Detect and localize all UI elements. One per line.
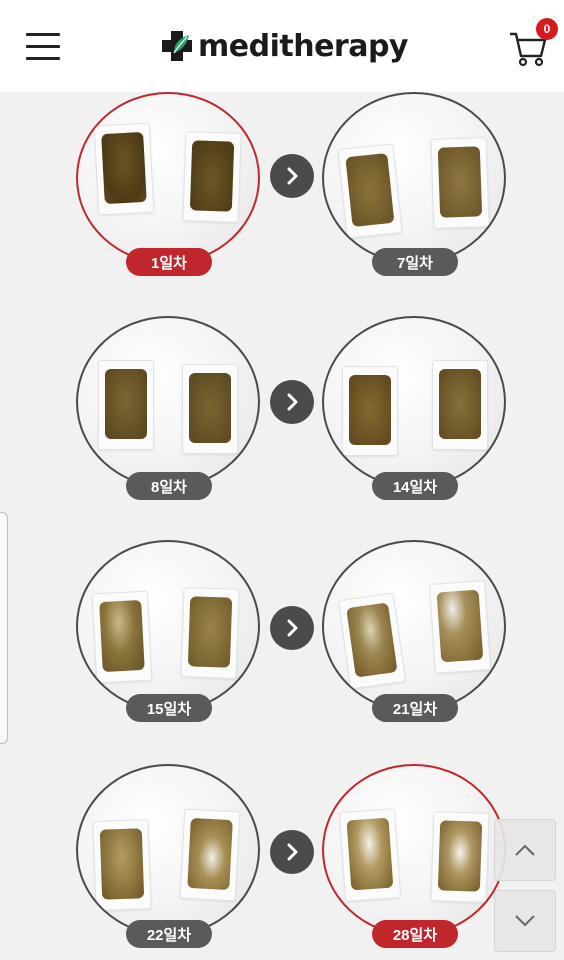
before-photo (76, 92, 260, 264)
day-badge-before: 15일차 (126, 694, 212, 722)
after-photo (322, 764, 506, 936)
before-photo (76, 764, 260, 936)
day-badge-after: 28일차 (372, 920, 458, 948)
comparison-gallery: 1일차 7일차 8일차 14일차 15일차 21일차 22일차 28일차 (0, 92, 564, 960)
comparison-row: 8일차 14일차 (0, 316, 564, 536)
brand-logo[interactable]: meditherapy (160, 24, 408, 68)
side-drawer-handle[interactable] (0, 512, 8, 744)
after-photo (322, 540, 506, 712)
cross-leaf-logo-icon (162, 31, 192, 61)
day-badge-after: 14일차 (372, 472, 458, 500)
day-badge-before: 8일차 (126, 472, 212, 500)
scroll-down-button[interactable] (494, 890, 556, 952)
day-badge-before: 1일차 (126, 248, 212, 276)
chevron-right-icon (270, 154, 314, 198)
cart-button[interactable]: 0 (508, 18, 558, 68)
before-photo (76, 316, 260, 488)
comparison-row: 22일차 28일차 (0, 764, 564, 960)
brand-name: meditherapy (198, 28, 408, 64)
day-badge-after: 7일차 (372, 248, 458, 276)
day-badge-before: 22일차 (126, 920, 212, 948)
chevron-right-icon (270, 606, 314, 650)
chevron-down-icon (515, 915, 535, 927)
before-photo (76, 540, 260, 712)
comparison-row: 1일차 7일차 (0, 92, 564, 312)
chevron-right-icon (270, 830, 314, 874)
after-photo (322, 92, 506, 264)
chevron-up-icon (515, 844, 535, 856)
day-badge-after: 21일차 (372, 694, 458, 722)
cart-count-badge: 0 (536, 18, 558, 40)
chevron-right-icon (270, 380, 314, 424)
scroll-up-button[interactable] (494, 819, 556, 881)
comparison-row: 15일차 21일차 (0, 540, 564, 760)
after-photo (322, 316, 506, 488)
hamburger-menu-icon[interactable] (26, 33, 60, 61)
app-header: meditherapy 0 (0, 0, 564, 92)
